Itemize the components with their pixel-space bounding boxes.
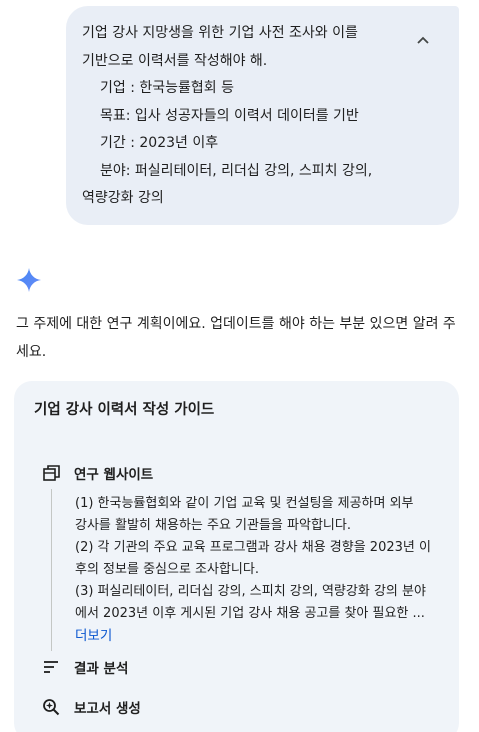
plan-title: 기업 강사 이력서 작성 가이드 (34, 402, 215, 418)
step-detail-line: (3) 퍼실리테이터, 리더십 강의, 스피치 강의, 역량강화 강의 분야 (75, 584, 426, 599)
gemini-spark-icon (17, 268, 41, 292)
user-message-line: 기업 : 한국능률협회 등 (100, 80, 234, 96)
research-website-icon (42, 464, 60, 482)
step-detail-line: 에서 2023년 이후 게시된 기업 강사 채용 공고를 찾아 필요한 ... (75, 606, 425, 621)
assistant-reply-text: 그 주제에 대한 연구 계획이에요. 업데이트를 해야 하는 부분 있으면 알려… (16, 316, 456, 360)
user-message-line: 분야: 퍼실리테이터, 리더십 강의, 스피치 강의, (100, 162, 373, 179)
plan-step-research-websites: 연구 웹사이트 (42, 463, 153, 483)
step-detail-line: (1) 한국능률협회와 같이 기업 교육 및 컨설팅을 제공하며 외부 (75, 496, 414, 511)
step-label: 결과 분석 (74, 661, 129, 677)
user-message-line: 기간 : 2023년 이후 (100, 135, 219, 151)
show-more-link[interactable]: 더보기 (75, 624, 112, 644)
user-message-line: 목표: 입사 성공자들의 이력서 데이터를 기반 (100, 107, 359, 124)
plan-step-analyze-results: 결과 분석 (42, 657, 128, 677)
user-message-line: 기업 강사 지망생을 위한 기업 사전 조사와 이를 (82, 25, 358, 41)
plan-step-create-report: 보고서 생성 (42, 697, 141, 717)
step-details: (1) 한국능률협회와 같이 기업 교육 및 컨설팅을 제공하며 외부 강사를 … (75, 493, 455, 625)
research-plan-card: 기업 강사 이력서 작성 가이드 연구 웹사이트 (1) 한국능률협회와 같이 … (14, 381, 459, 732)
user-message-line: 기반으로 이력서를 작성해야 해. (82, 52, 268, 69)
step-label: 보고서 생성 (74, 701, 141, 717)
step-detail-line: 후의 정보를 중심으로 조사합니다. (75, 562, 259, 577)
analyze-results-icon (42, 658, 60, 676)
step-detail-line: (2) 각 기관의 주요 교육 프로그램과 강사 채용 경향을 2023년 이 (75, 540, 431, 555)
user-message-line: 역량강화 강의 (82, 190, 164, 206)
chevron-up-icon (417, 36, 429, 44)
step-detail-line: 강사를 활발히 채용하는 주요 기관들을 파악합니다. (75, 518, 351, 533)
timeline-connector (51, 489, 52, 651)
user-message-bubble: 기업 강사 지망생을 위한 기업 사전 조사와 이를 기반으로 이력서를 작성해… (66, 6, 459, 225)
collapse-message-button[interactable] (413, 30, 433, 50)
step-label: 연구 웹사이트 (74, 467, 154, 483)
create-report-icon (42, 698, 60, 716)
